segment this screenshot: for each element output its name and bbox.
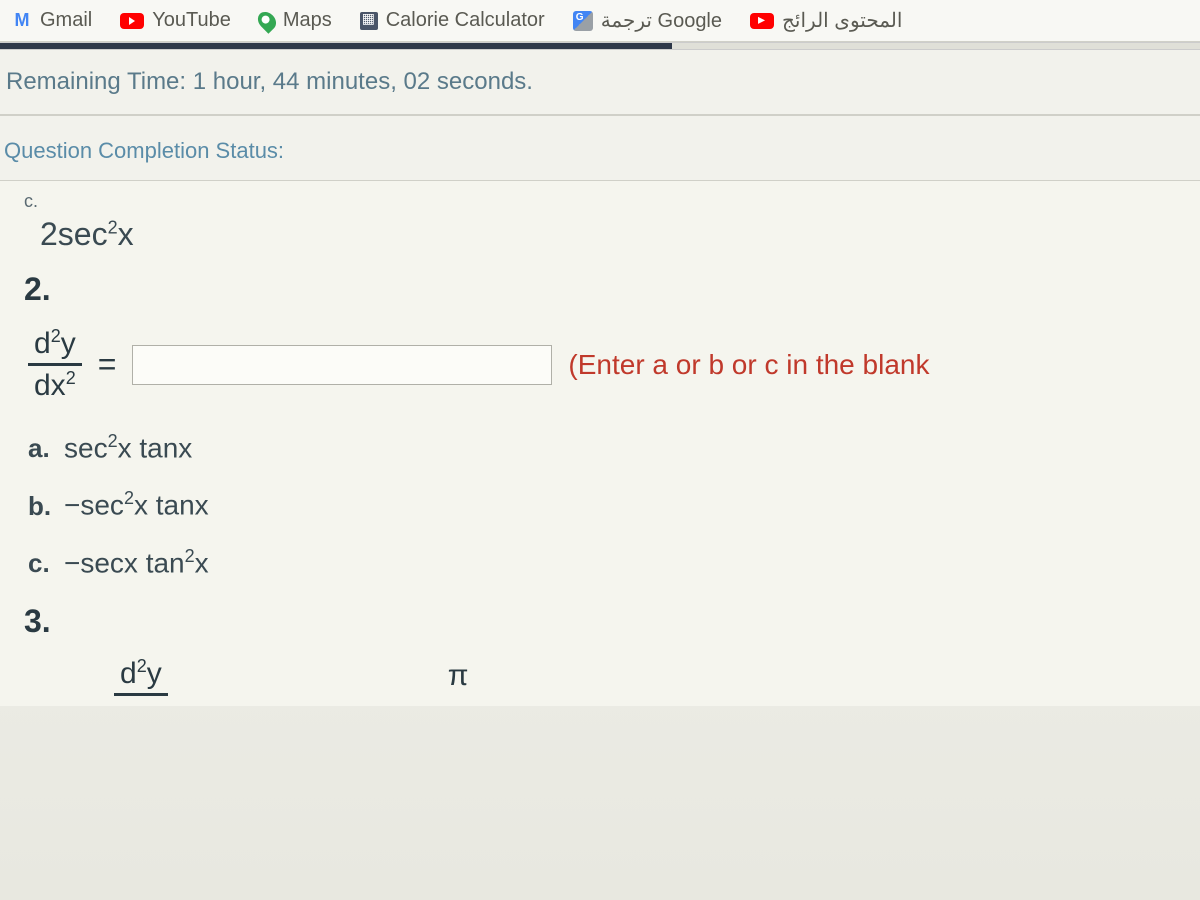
option-letter: c.	[28, 548, 56, 579]
remaining-time-label: Remaining Time: 1 hour, 44 minutes, 02 s…	[0, 68, 1200, 96]
bookmark-youtube[interactable]: YouTube	[120, 9, 231, 32]
completion-status-label: Question Completion Status:	[0, 138, 1200, 164]
bookmark-label: المحتوى الرائج	[782, 8, 902, 33]
maps-icon	[254, 8, 279, 33]
calculator-icon	[360, 12, 378, 30]
progress-bar	[0, 42, 1200, 50]
option-math: −secx tan2x	[64, 546, 209, 579]
bookmark-google-translate[interactable]: ترجمة Google	[573, 8, 722, 33]
equation-row: d2y dx2 = (Enter a or b or c in the blan…	[28, 326, 1176, 403]
next-question-number: 3.	[24, 603, 1176, 640]
trending-icon	[750, 13, 774, 29]
bookmark-label: YouTube	[152, 9, 231, 32]
prev-option-letter: c.	[24, 191, 1176, 212]
timer-section: Remaining Time: 1 hour, 44 minutes, 02 s…	[0, 50, 1200, 116]
bookmark-gmail[interactable]: Gmail	[12, 9, 92, 32]
gmail-icon	[12, 11, 32, 31]
next-derivative-fraction: d2y	[114, 656, 168, 696]
progress-fill	[0, 43, 672, 49]
bookmark-calorie-calculator[interactable]: Calorie Calculator	[360, 9, 545, 32]
bookmark-label: ترجمة Google	[601, 8, 722, 33]
option-letter: a.	[28, 433, 56, 464]
next-equation-row: d2y π	[24, 656, 1176, 696]
fraction-numerator: d2y	[114, 656, 168, 696]
bookmark-label: Calorie Calculator	[386, 9, 545, 32]
question-area: c. 2sec2x 2. d2y dx2 = (Enter a or b or …	[0, 181, 1200, 706]
translate-icon	[573, 11, 593, 31]
fraction-denominator: dx2	[34, 366, 76, 403]
bookmark-maps[interactable]: Maps	[259, 9, 332, 32]
pi-symbol: π	[448, 659, 469, 693]
equals-sign: =	[98, 346, 117, 383]
option-math: sec2x tanx	[64, 431, 192, 464]
answer-input[interactable]	[132, 345, 552, 385]
bookmark-label: Maps	[283, 9, 332, 32]
hint-text: (Enter a or b or c in the blank	[568, 349, 929, 381]
option-letter: b.	[28, 491, 56, 522]
bookmark-label: Gmail	[40, 9, 92, 32]
option-a: a. sec2x tanx	[28, 431, 1176, 464]
options-list: a. sec2x tanx b. −sec2x tanx c. −secx ta…	[28, 431, 1176, 579]
option-b: b. −sec2x tanx	[28, 488, 1176, 521]
derivative-fraction: d2y dx2	[28, 326, 82, 403]
progress-area	[0, 42, 1200, 50]
question-number: 2.	[24, 271, 1176, 308]
bookmark-trending[interactable]: المحتوى الرائج	[750, 8, 902, 33]
youtube-icon	[120, 13, 144, 29]
previous-answer: 2sec2x	[40, 216, 1176, 253]
option-c: c. −secx tan2x	[28, 546, 1176, 579]
status-section: Question Completion Status:	[0, 116, 1200, 181]
fraction-numerator: d2y	[28, 326, 82, 366]
bookmarks-bar: Gmail YouTube Maps Calorie Calculator تر…	[0, 0, 1200, 42]
option-math: −sec2x tanx	[64, 488, 209, 521]
